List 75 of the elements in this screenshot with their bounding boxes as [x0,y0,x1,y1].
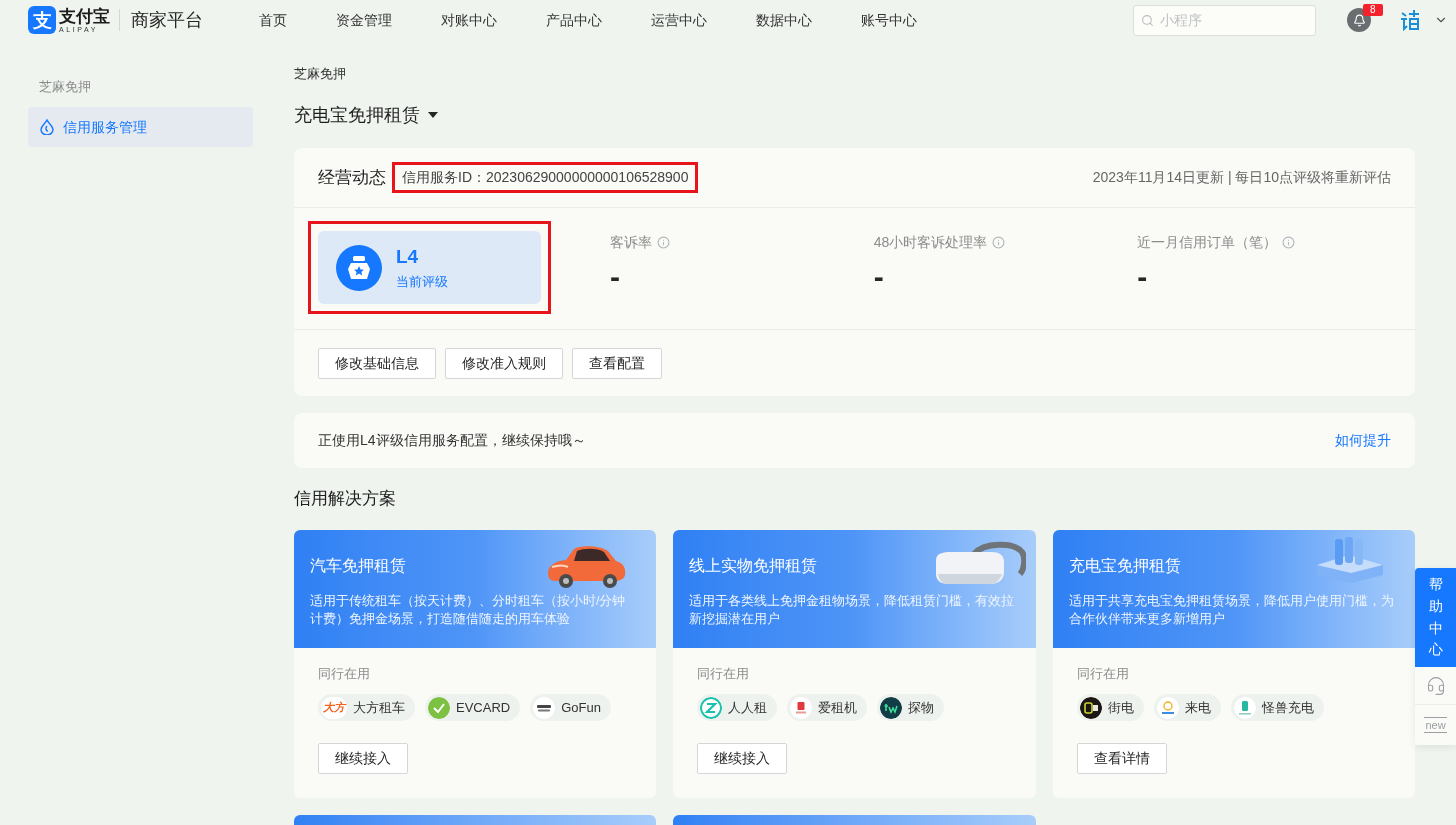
level-caption: 当前评级 [396,272,448,291]
nav-link[interactable]: 账号中心 [861,9,917,31]
improve-link[interactable]: 如何提升 [1335,430,1391,451]
headset-icon [1425,675,1446,696]
solution-description: 适用于传统租车（按天计费）、分时租车（按小时/分钟计费）免押金场景，打造随借随走的用车体验 [310,593,627,628]
nav-link[interactable]: 对账中心 [441,9,497,31]
partner-name: GoFun [561,698,601,717]
partner-name: 探物 [908,698,935,717]
update-note: 2023年11月14日更新 | 每日10点评级将重新评估 [1092,168,1391,187]
metric-value: - [1137,259,1148,295]
card-action-button[interactable]: 继续接入 [697,743,788,774]
breadcrumb[interactable]: 芝麻免押 [294,64,346,84]
nav-link[interactable]: 首页 [259,9,287,31]
solution-description: 适用于共享充电宝免押租赁场景，降低用户使用门槛，为合作伙伴带来更多新增用户 [1068,593,1395,628]
action-button[interactable]: 查看配置 [572,348,662,379]
service-id: 信用服务ID：20230629000000000106528900 [402,168,689,187]
logo-name: 支付宝 [59,6,110,26]
action-button[interactable]: 修改准入规则 [445,348,563,379]
account-logo-icon[interactable] [1400,9,1420,31]
solution-title: 汽车免押租赁 [310,556,406,576]
help-center-tab[interactable]: 帮助中心 [1415,568,1456,667]
partner-name: 街电 [1107,698,1134,717]
vr-headset-icon [933,540,1026,586]
nav-link[interactable]: 资金管理 [336,9,392,31]
search-field[interactable]: 小程序 [1133,4,1316,36]
metric-label: 客诉率 [610,233,652,252]
nav-link[interactable]: 产品中心 [546,9,602,31]
search-icon [1141,13,1154,27]
card-action-button[interactable]: 查看详情 [1076,743,1167,774]
info-icon[interactable] [657,235,670,249]
notification-badge: 8 [1363,4,1383,16]
partner-logo-icon [1156,696,1179,719]
bell-icon[interactable] [1347,8,1371,32]
metric-value: - [610,259,620,295]
peers-label: 同行在用 [1076,665,1129,683]
partner-name: 大方租车 [353,698,405,717]
caret-icon [428,112,438,118]
level-value: L4 [396,244,420,269]
nav-link[interactable]: 数据中心 [756,9,812,31]
solution-title: 线上实物免押租赁 [689,556,818,576]
drop-icon [40,119,54,135]
partner-name: 来电 [1184,698,1211,717]
partner-logo-icon [533,696,556,719]
card-action-button[interactable]: 继续接入 [318,743,408,774]
metric-value: - [873,259,884,295]
section-title: 信用解决方案 [294,488,396,510]
partner-name: 怪兽充电 [1261,698,1314,717]
info-icon[interactable] [992,235,1006,249]
action-button[interactable]: 修改基础信息 [318,348,436,379]
solution-title: 充电宝免押租赁 [1068,556,1181,576]
partner-name: 人人租 [728,698,768,717]
metric-label: 近一月信用订单（笔） [1137,233,1278,252]
partner-logo-icon [880,696,903,719]
peers-label: 同行在用 [697,665,750,683]
partner-name: EVCARD [456,698,511,717]
partner-name: 爱租机 [818,698,858,717]
platform-title: 商家平台 [131,8,203,32]
metric-label: 48小时客诉处理率 [873,233,988,252]
nav-link[interactable]: 运营中心 [651,9,707,31]
solution-description: 适用于各类线上免押金租物场景，降低租赁门槛，有效拉新挖掘潜在用户 [689,593,1016,628]
partner-logo-icon [700,696,723,719]
partner-logo: 大方 [321,696,347,719]
product-switcher[interactable]: 充电宝免押租赁 [294,102,438,128]
level-badge-icon [336,244,382,291]
peers-label: 同行在用 [318,665,370,683]
logo-mark: 支 [28,6,56,34]
card-title: 经营动态 [318,166,386,189]
partner-logo-icon [428,696,450,719]
info-icon[interactable] [1282,235,1296,249]
sidebar-item[interactable]: 信用服务管理 [28,107,253,147]
partner-logo-icon [790,696,813,719]
partner-logo-icon [1233,696,1256,719]
notice-text: 正使用L4评级信用服务配置，继续保持哦～ [318,431,586,450]
customer-service-button[interactable] [1415,667,1456,705]
sidebar-group-title: 芝麻免押 [39,78,91,96]
